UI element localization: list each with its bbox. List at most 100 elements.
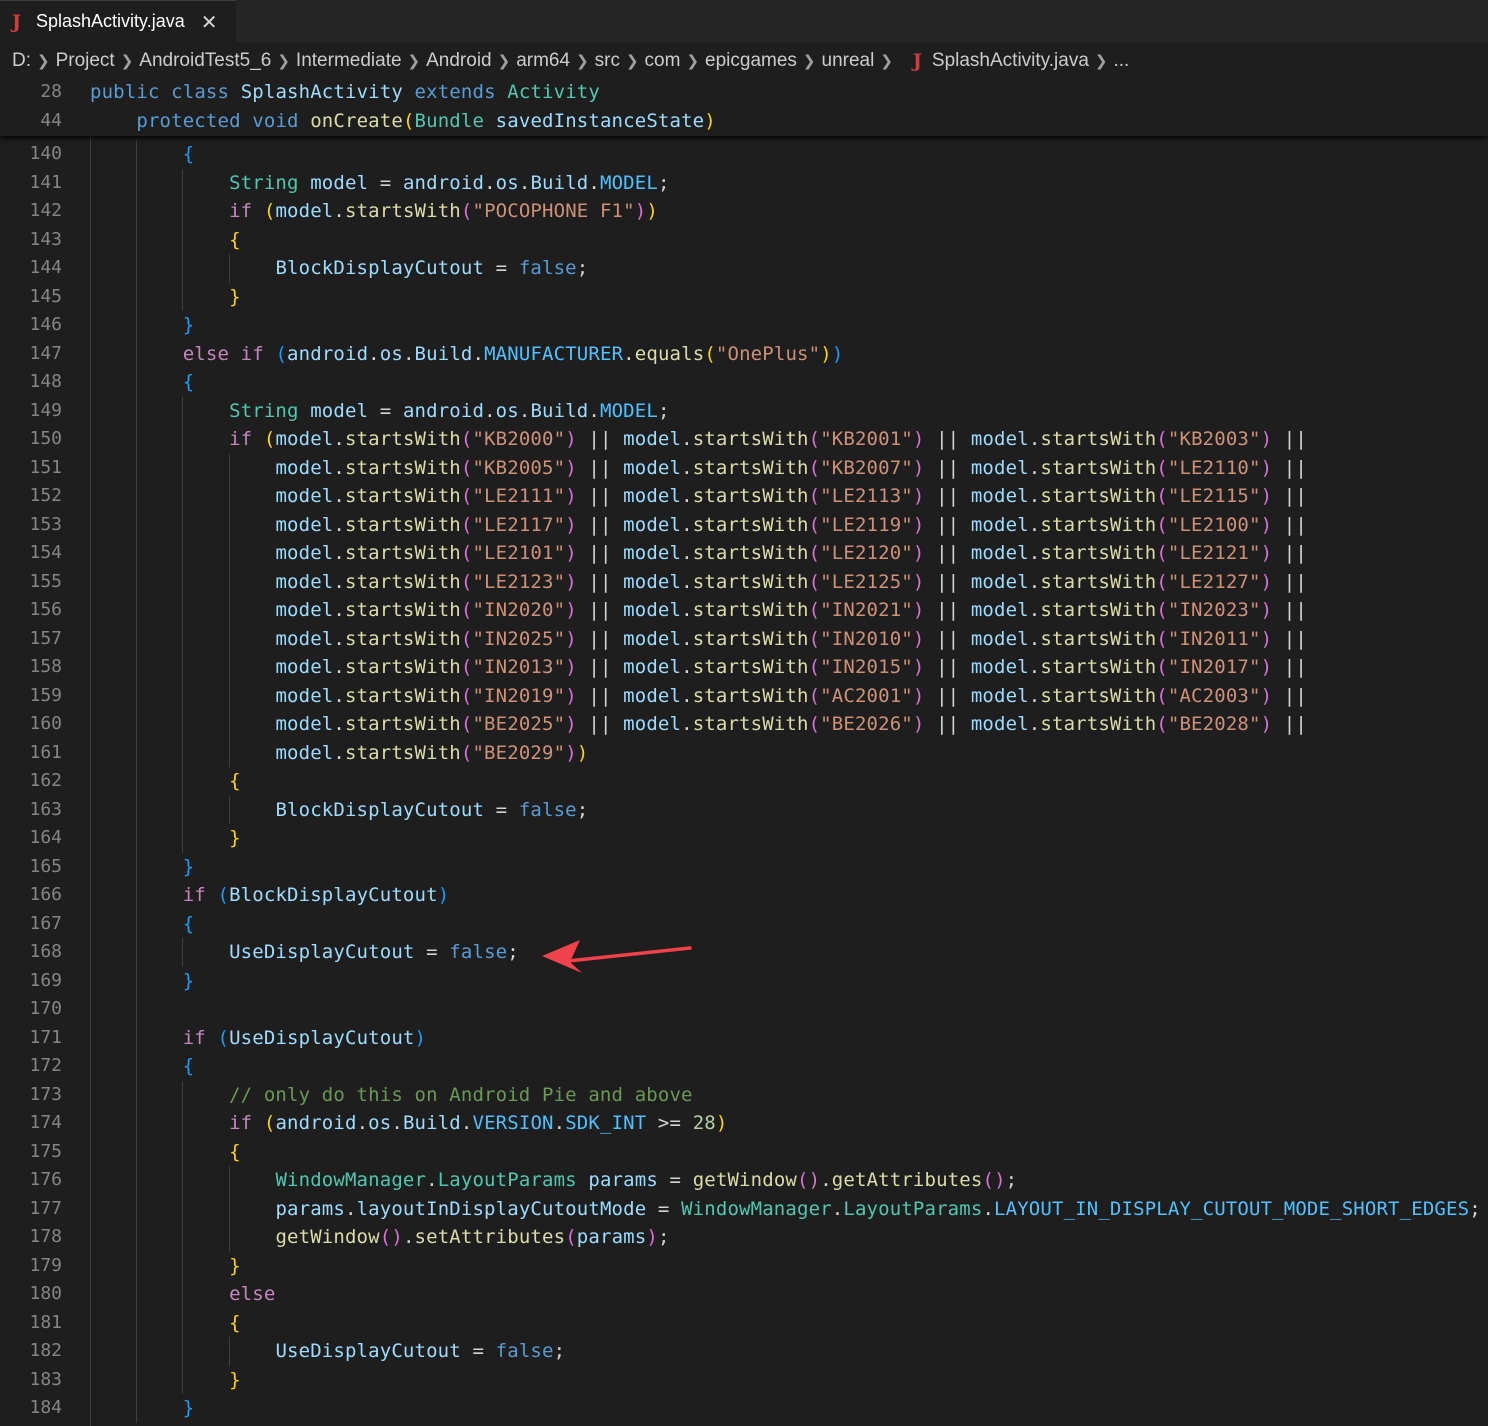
line-number: 172 — [29, 1055, 62, 1076]
chevron-right-icon: ❯ — [880, 52, 893, 70]
code-line[interactable]: BlockDisplayCutout = false; — [90, 796, 588, 824]
line-number: 183 — [29, 1368, 62, 1390]
chevron-right-icon: ❯ — [37, 52, 50, 70]
code-line[interactable]: model.startsWith("LE2101") || model.star… — [90, 539, 1307, 567]
code-line[interactable]: { — [90, 1138, 241, 1166]
indent-guide — [182, 396, 184, 853]
line-number: 157 — [29, 627, 62, 649]
chevron-right-icon: ❯ — [802, 52, 816, 70]
chevron-right-icon: ❯ — [686, 52, 700, 70]
line-number: 180 — [29, 1283, 62, 1304]
indent-guide — [228, 254, 230, 283]
code-line[interactable]: if (UseDisplayCutout) — [90, 1024, 426, 1052]
chevron-right-icon: ❯ — [120, 52, 134, 70]
code-line[interactable]: model.startsWith("LE2123") || model.star… — [90, 568, 1307, 596]
breadcrumb-item[interactable]: Project — [56, 50, 115, 72]
code-line[interactable]: } — [90, 853, 194, 881]
line-number: 154 — [29, 542, 62, 563]
code-line[interactable]: if (model.startsWith("KB2000") || model.… — [90, 425, 1307, 453]
code-line[interactable]: // only do this on Android Pie and above — [90, 1081, 693, 1109]
line-number: 148 — [29, 371, 62, 392]
code-line[interactable]: getWindow().setAttributes(params); — [90, 1223, 670, 1251]
line-number: 165 — [29, 855, 62, 877]
code-line[interactable]: } — [90, 1252, 241, 1280]
code-line[interactable]: if (BlockDisplayCutout) — [90, 881, 449, 909]
code-line[interactable]: { — [90, 140, 194, 168]
line-number: 146 — [29, 314, 62, 335]
code-line[interactable]: model.startsWith("IN2025") || model.star… — [90, 625, 1307, 653]
code-line[interactable]: if (model.startsWith("POCOPHONE F1")) — [90, 197, 658, 225]
breadcrumb-item[interactable]: Android — [426, 50, 492, 72]
line-number: 158 — [29, 656, 62, 677]
breadcrumb-file[interactable]: SplashActivity.java — [932, 50, 1089, 72]
code-line[interactable]: } — [90, 311, 194, 339]
code-line[interactable]: model.startsWith("BE2025") || model.star… — [90, 710, 1307, 738]
code-line[interactable]: { — [90, 368, 194, 396]
code-line[interactable]: model.startsWith("KB2005") || model.star… — [90, 454, 1307, 482]
code-line[interactable]: { — [90, 1309, 241, 1337]
indent-guide — [228, 1337, 230, 1366]
breadcrumb-item[interactable]: epicgames — [705, 50, 797, 72]
code-line[interactable]: public class SplashActivity extends Acti… — [90, 78, 600, 106]
code-line[interactable]: String model = android.os.Build.MODEL; — [90, 169, 670, 197]
line-number: 28 — [40, 81, 62, 102]
code-line[interactable]: model.startsWith("IN2013") || model.star… — [90, 653, 1307, 681]
code-line[interactable]: protected void onCreate(Bundle savedInst… — [90, 107, 716, 135]
code-line[interactable]: UseDisplayCutout = false; — [90, 938, 519, 966]
line-number: 145 — [29, 285, 62, 307]
code-line[interactable]: String model = android.os.Build.MODEL; — [90, 397, 670, 425]
code-line[interactable]: BlockDisplayCutout = false; — [90, 254, 588, 282]
code-line[interactable]: { — [90, 910, 194, 938]
line-number: 177 — [29, 1197, 62, 1219]
annotation-arrow-icon — [542, 940, 692, 973]
chevron-right-icon: ❯ — [277, 52, 290, 70]
code-line[interactable]: } — [90, 824, 241, 852]
code-line[interactable]: model.startsWith("IN2020") || model.star… — [90, 596, 1307, 624]
breadcrumb-more[interactable]: ... — [1113, 50, 1129, 72]
code-line[interactable]: model.startsWith("LE2111") || model.star… — [90, 482, 1307, 510]
line-number: 170 — [29, 998, 62, 1019]
editor-tab[interactable]: J SplashActivity.java ✕ — [0, 0, 236, 42]
breadcrumb-item[interactable]: src — [595, 50, 620, 72]
code-line[interactable]: if (android.os.Build.VERSION.SDK_INT >= … — [90, 1109, 727, 1137]
line-number: 161 — [29, 741, 62, 763]
code-line[interactable]: } — [90, 1366, 241, 1394]
java-file-icon: J — [912, 50, 922, 72]
line-number: 174 — [29, 1112, 62, 1133]
chevron-right-icon: ❯ — [576, 52, 589, 70]
code-line[interactable]: model.startsWith("LE2117") || model.star… — [90, 511, 1307, 539]
breadcrumb-item[interactable]: Intermediate — [296, 50, 402, 72]
code-line[interactable]: { — [90, 226, 241, 254]
breadcrumb-item[interactable]: unreal — [822, 50, 875, 72]
code-line[interactable]: } — [90, 967, 194, 995]
breadcrumb-item[interactable]: arm64 — [516, 50, 570, 72]
close-icon[interactable]: ✕ — [201, 10, 218, 34]
line-number: 160 — [29, 713, 62, 734]
code-line[interactable]: } — [90, 1394, 194, 1422]
line-number: 150 — [29, 428, 62, 449]
code-line[interactable]: model.startsWith("BE2029")) — [90, 739, 588, 767]
code-line[interactable]: else if (android.os.Build.MANUFACTURER.e… — [90, 340, 844, 368]
line-number: 184 — [29, 1397, 62, 1418]
line-number: 169 — [29, 969, 62, 991]
code-line[interactable]: { — [90, 1052, 194, 1080]
line-number: 162 — [29, 770, 62, 791]
code-line[interactable]: params.layoutInDisplayCutoutMode = Windo… — [90, 1195, 1481, 1223]
code-line[interactable]: } — [90, 283, 241, 311]
line-number: 141 — [29, 171, 62, 193]
code-line[interactable]: { — [90, 767, 241, 795]
line-number: 140 — [29, 143, 62, 164]
indent-guide — [182, 938, 184, 967]
line-number: 164 — [29, 827, 62, 848]
indent-guide — [228, 1166, 230, 1252]
line-number: 178 — [29, 1226, 62, 1247]
code-line[interactable]: model.startsWith("IN2019") || model.star… — [90, 682, 1307, 710]
breadcrumb-item[interactable]: com — [645, 50, 681, 72]
breadcrumb-item[interactable]: D: — [12, 50, 31, 72]
line-number: 175 — [29, 1140, 62, 1162]
line-number: 149 — [29, 399, 62, 421]
breadcrumb-item[interactable]: AndroidTest5_6 — [139, 50, 271, 72]
code-line[interactable]: UseDisplayCutout = false; — [90, 1337, 565, 1365]
breadcrumb: D: ❯ Project ❯ AndroidTest5_6 ❯ Intermediate ❯ A… — [0, 44, 1488, 78]
line-number: 176 — [29, 1169, 62, 1190]
